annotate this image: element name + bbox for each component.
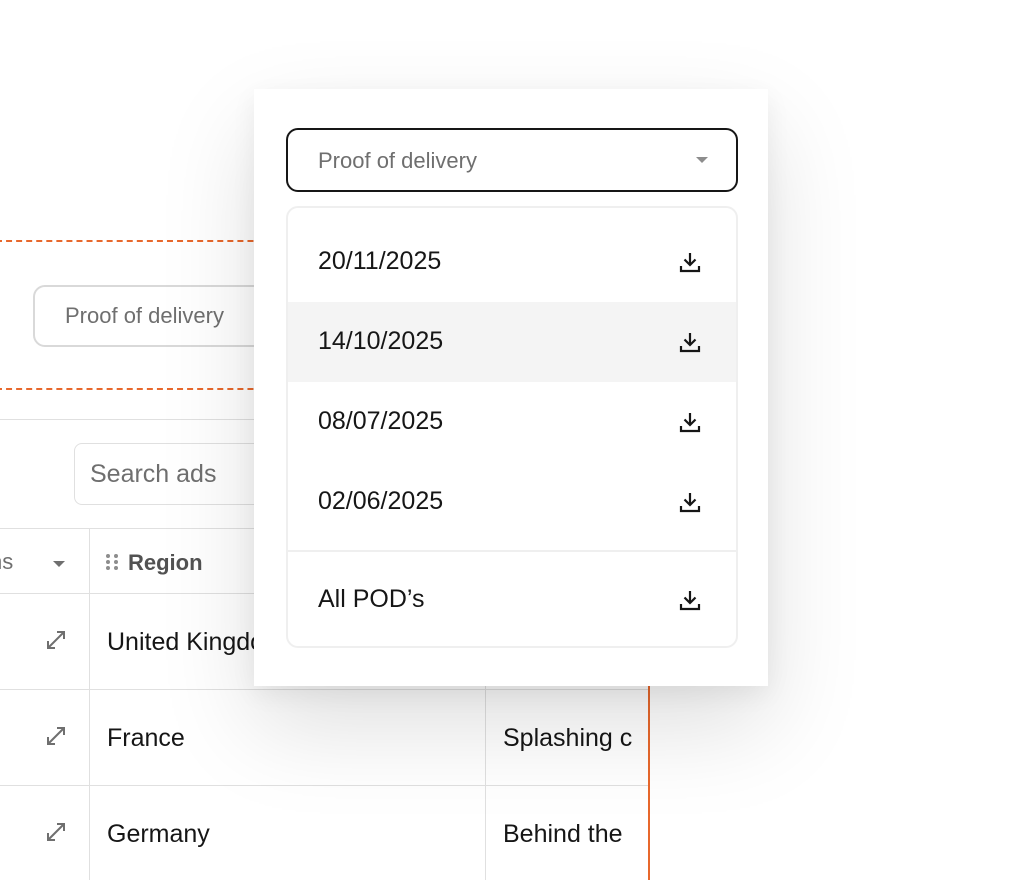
column-header-region[interactable]: Region [128,550,203,576]
region-cell: France [107,724,185,752]
expand-icon[interactable] [44,724,68,748]
table-edge-mask [650,686,1020,880]
description-cell: Splashing c [503,724,633,752]
column-divider [485,686,486,880]
region-cell: Germany [107,820,210,848]
pod-options-list: 20/11/2025 14/10/2025 08/07/2025 02/06/2… [286,206,738,648]
column-header-label[interactable]: ns [0,549,13,575]
download-icon[interactable] [678,250,702,274]
pod-option[interactable]: 02/06/2025 [288,462,736,542]
pod-option-date: 08/07/2025 [318,407,444,435]
pod-option[interactable]: 08/07/2025 [288,382,736,462]
chevron-down-icon [696,157,708,163]
pod-option[interactable]: 20/11/2025 [288,222,736,302]
all-pods-option[interactable]: All POD’s [288,560,736,640]
sort-caret-icon[interactable] [53,561,65,567]
column-divider [89,528,90,880]
download-icon[interactable] [678,490,702,514]
document-type-select[interactable]: Proof of delivery [286,128,738,192]
pod-option-date: 14/10/2025 [318,327,444,355]
expand-icon[interactable] [44,820,68,844]
pod-option-date: 20/11/2025 [318,247,442,275]
download-icon[interactable] [678,330,702,354]
download-icon[interactable] [678,588,702,612]
all-pods-label: All POD’s [318,585,425,613]
table-row[interactable]: France Splashing c [0,690,650,786]
pod-option[interactable]: 14/10/2025 [288,302,736,382]
select-value: Proof of delivery [318,148,477,173]
options-divider [288,550,736,552]
download-icon[interactable] [678,410,702,434]
pod-option-date: 02/06/2025 [318,487,444,515]
table-row[interactable]: Germany Behind the [0,786,650,880]
pod-download-popover: Proof of delivery 20/11/2025 14/10/2025 … [254,89,768,686]
drag-handle-icon[interactable] [106,554,118,570]
expand-icon[interactable] [44,628,68,652]
description-cell: Behind the [503,820,623,848]
resize-indicator-line [648,686,650,880]
